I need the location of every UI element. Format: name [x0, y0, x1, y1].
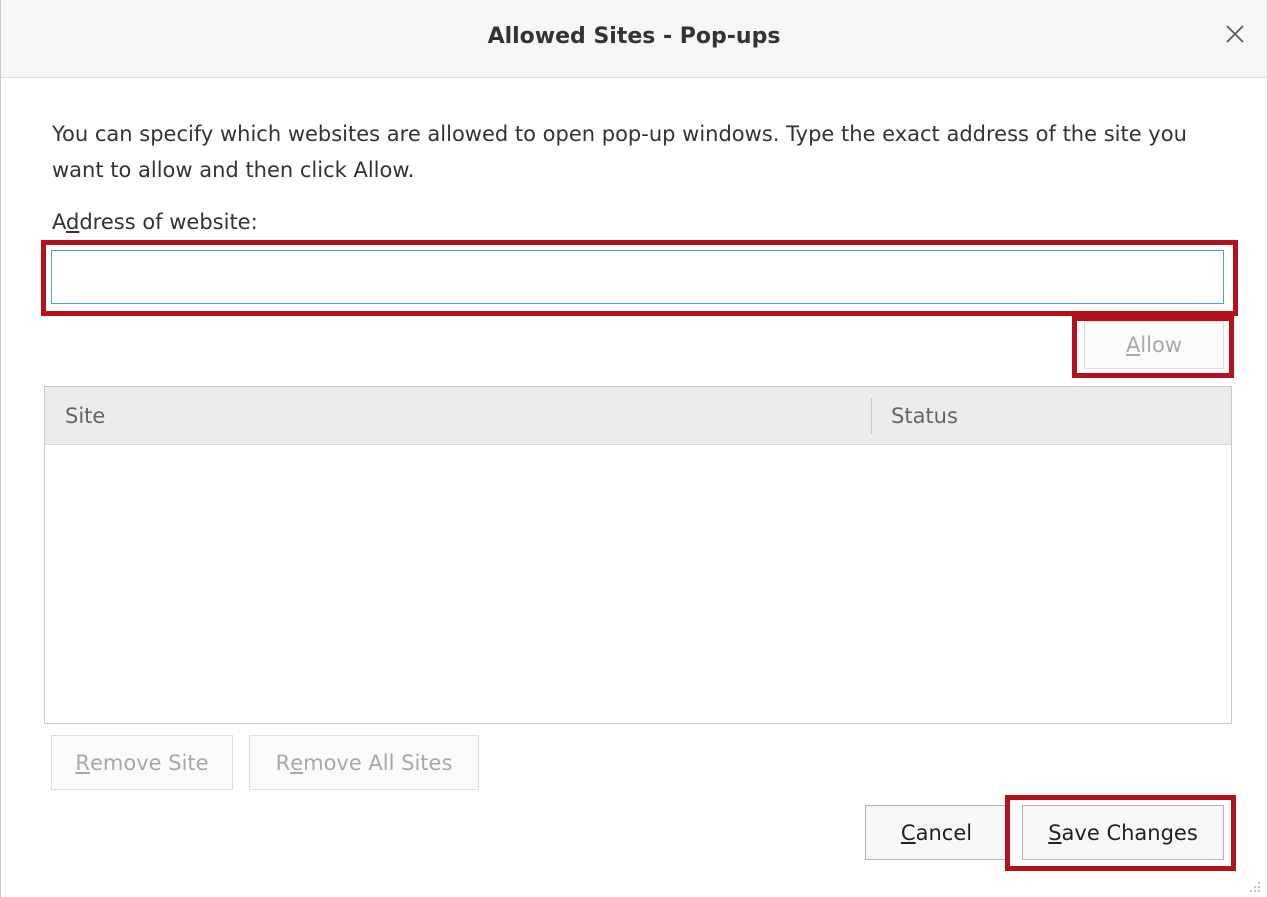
table-header: Site Status — [45, 387, 1231, 445]
allowed-sites-dialog: Allowed Sites - Pop-ups You can specify … — [0, 0, 1268, 897]
column-divider[interactable] — [871, 398, 872, 434]
sites-table: Site Status — [44, 386, 1232, 724]
address-input[interactable] — [51, 250, 1224, 304]
dialog-description: You can specify which websites are allow… — [52, 122, 1187, 182]
column-header-site[interactable]: Site — [65, 404, 105, 428]
close-icon — [1226, 25, 1244, 43]
address-label: Address of website: — [52, 210, 258, 234]
close-button[interactable] — [1217, 16, 1253, 52]
remove-all-sites-button[interactable]: Re move All Sites — [249, 735, 479, 790]
save-changes-button[interactable]: Save Changes — [1022, 805, 1224, 860]
cancel-button[interactable]: Cancel — [865, 805, 1008, 860]
remove-site-button[interactable]: Remove Site — [51, 735, 233, 790]
column-header-status[interactable]: Status — [891, 404, 958, 428]
sites-list-body[interactable] — [45, 445, 1231, 723]
allow-button[interactable]: Allow — [1084, 321, 1224, 369]
resize-grip-icon[interactable] — [1247, 879, 1261, 893]
dialog-titlebar: Allowed Sites - Pop-ups — [1, 0, 1267, 78]
dialog-title: Allowed Sites - Pop-ups — [487, 24, 781, 49]
